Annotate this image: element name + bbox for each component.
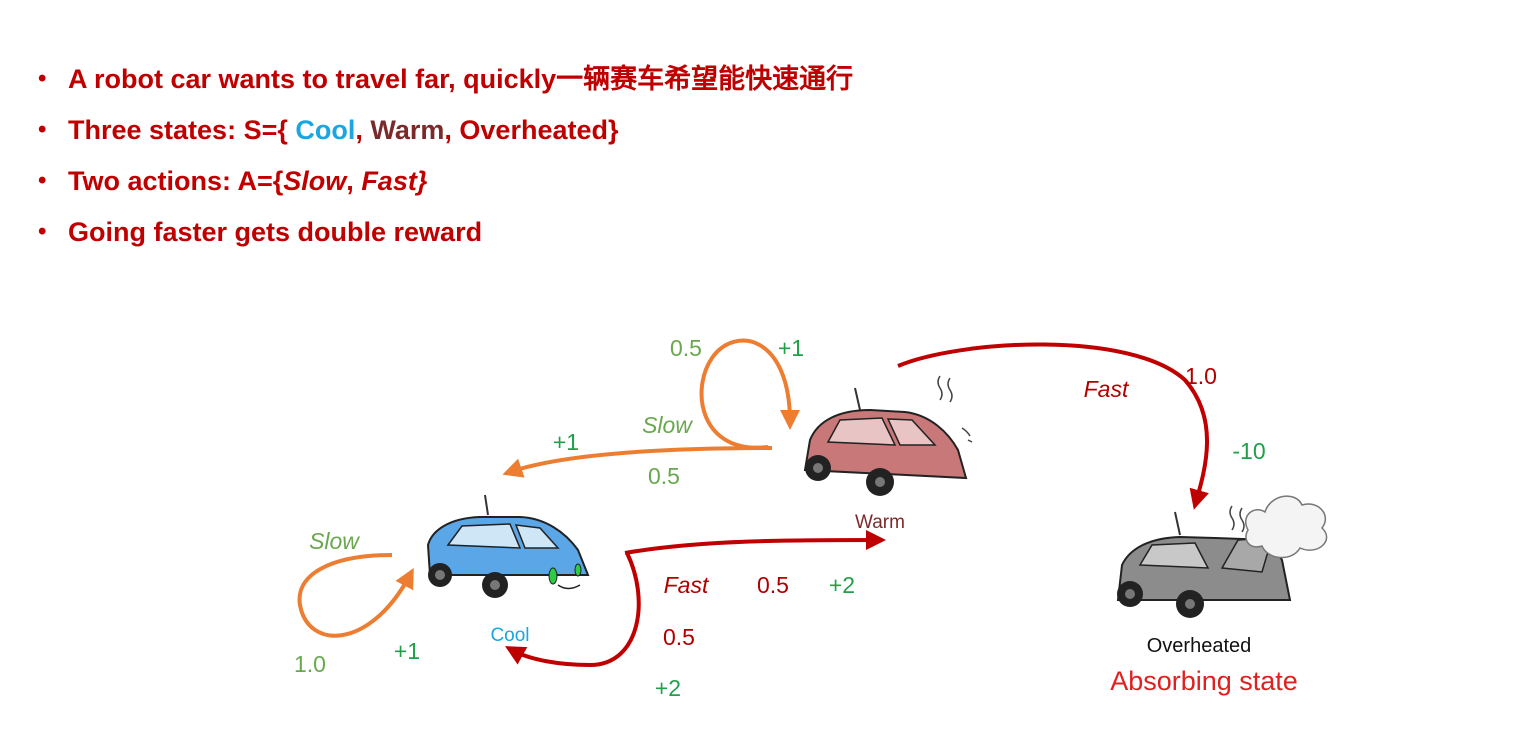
car-cool-icon (426, 494, 590, 598)
arrow-warm-to-cool (502, 446, 773, 478)
arrow-warm-to-overheated (897, 342, 1209, 510)
warm-fast-action: Fast (1084, 376, 1130, 402)
warm-to-cool-prob: 0.5 (648, 463, 680, 489)
warm-loop-reward: +1 (778, 335, 804, 361)
arrow-cool-to-warm (624, 530, 886, 555)
state-label-cool: Cool (490, 625, 529, 646)
cool-slow-action: Slow (309, 528, 360, 554)
warm-slow-action: Slow (642, 412, 693, 438)
warm-fast-prob: 1.0 (1185, 363, 1217, 389)
car-warm-icon (803, 375, 973, 496)
warm-to-cool-reward: +1 (553, 429, 579, 455)
cool-slow-prob: 1.0 (294, 651, 326, 677)
cool-fast-cool-prob: 0.5 (663, 624, 695, 650)
state-label-warm: Warm (855, 512, 905, 533)
cool-fast-warm-prob: 0.5 (757, 572, 789, 598)
cool-fast-warm-reward: +2 (829, 572, 855, 598)
cool-fast-action: Fast (664, 572, 710, 598)
car-overheated-icon (1116, 495, 1328, 618)
warm-fast-reward: -10 (1232, 438, 1265, 464)
cool-slow-reward: +1 (394, 638, 420, 664)
arrow-cool-self-loop (297, 553, 414, 638)
state-label-overheated: Overheated (1147, 635, 1252, 657)
cool-fast-cool-reward: +2 (655, 675, 681, 701)
warm-loop-prob: 0.5 (670, 335, 702, 361)
mdp-diagram: Cool Warm Overheated Absorbing state 0.5… (294, 335, 1328, 701)
absorbing-state-label: Absorbing state (1110, 666, 1298, 696)
arrow-warm-self-loop (699, 338, 800, 450)
